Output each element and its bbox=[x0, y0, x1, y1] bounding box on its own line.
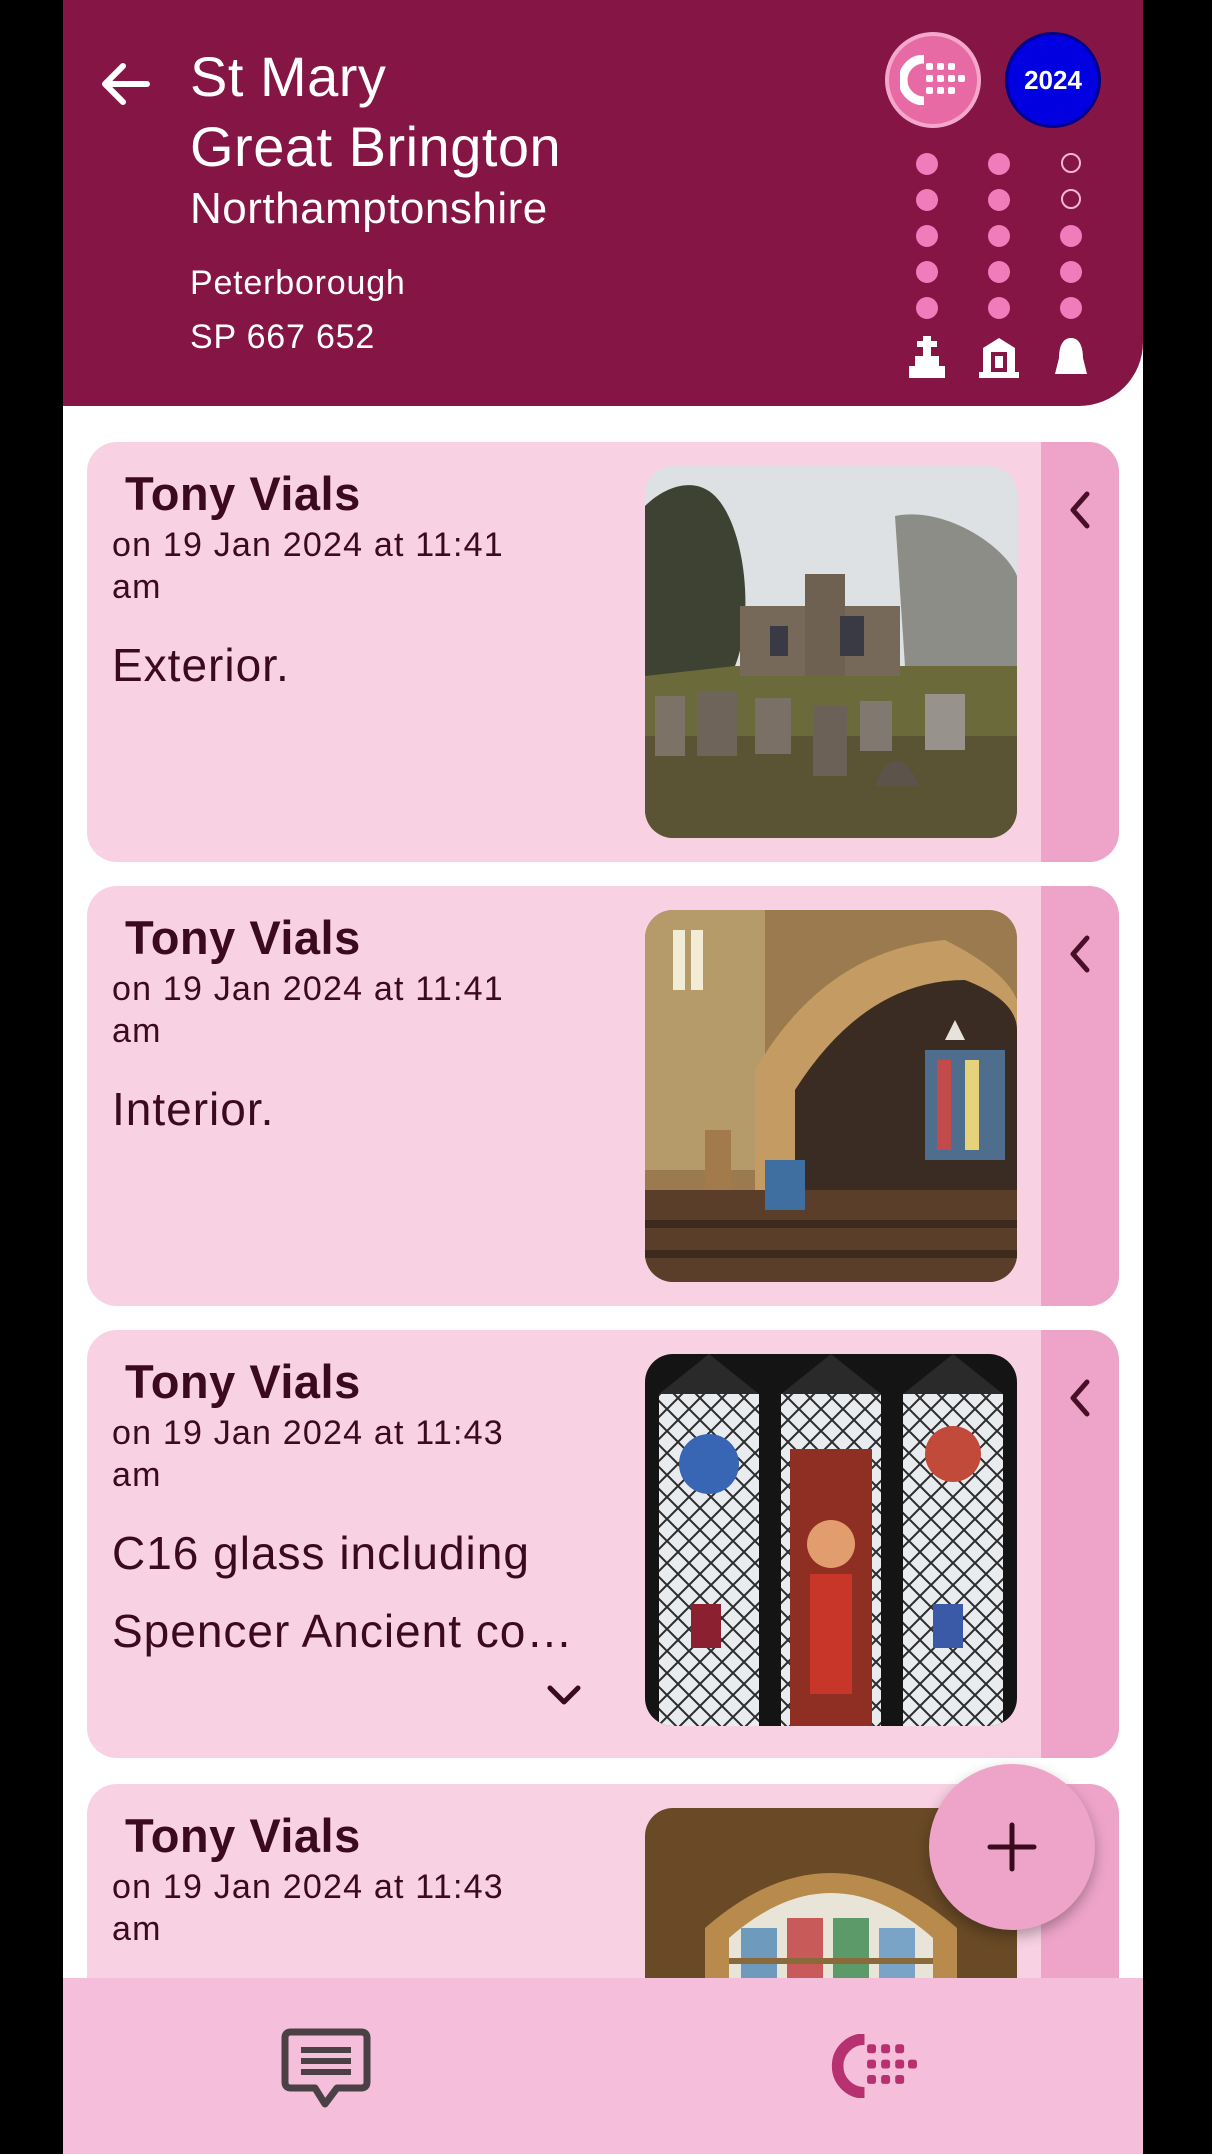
post-card[interactable]: Tony Vials on 19 Jan 2024 at 11:41 am Ex… bbox=[87, 442, 1119, 862]
chevron-left-icon bbox=[1070, 935, 1090, 973]
status-dot-filled bbox=[916, 189, 938, 211]
add-post-button[interactable] bbox=[929, 1764, 1095, 1930]
status-dot-empty bbox=[1061, 189, 1081, 209]
status-dot-filled bbox=[1060, 225, 1082, 247]
card-side-toggle[interactable] bbox=[1041, 886, 1119, 1306]
grave-icon bbox=[909, 336, 945, 378]
stained-glass-image bbox=[645, 1354, 1017, 1726]
nav-messages-button[interactable] bbox=[281, 2028, 371, 2113]
chevron-left-icon bbox=[1070, 1379, 1090, 1417]
post-author: Tony Vials bbox=[125, 1809, 361, 1862]
status-dot-empty bbox=[1061, 153, 1081, 173]
plus-icon bbox=[987, 1822, 1037, 1872]
status-column-graves bbox=[914, 153, 940, 333]
post-author: Tony Vials bbox=[125, 467, 361, 520]
church-diocese: Peterborough bbox=[190, 264, 406, 302]
church-header: St Mary Great Brington Northamptonshire … bbox=[63, 0, 1143, 406]
grid-reference: SP 667 652 bbox=[190, 318, 376, 356]
church-county: Northamptonshire bbox=[190, 184, 548, 233]
status-dot-filled bbox=[988, 261, 1010, 283]
post-author: Tony Vials bbox=[125, 1355, 361, 1408]
post-timestamp: on 19 Jan 2024 at 11:43 am bbox=[112, 1414, 504, 1494]
post-author: Tony Vials bbox=[125, 911, 361, 964]
status-dot-filled bbox=[916, 153, 938, 175]
post-photo[interactable] bbox=[645, 1354, 1017, 1726]
chevron-down-icon bbox=[547, 1685, 581, 1705]
status-dot-filled bbox=[988, 189, 1010, 211]
card-side-toggle[interactable] bbox=[1041, 1330, 1119, 1758]
arrow-left-icon bbox=[102, 63, 150, 105]
chevron-left-icon bbox=[1070, 491, 1090, 529]
post-card[interactable]: Tony Vials on 19 Jan 2024 at 11:41 am In… bbox=[87, 886, 1119, 1306]
post-photo[interactable] bbox=[645, 466, 1017, 838]
status-column-building bbox=[986, 153, 1012, 333]
status-dot-filled bbox=[1060, 297, 1082, 319]
post-caption: Exterior. bbox=[112, 639, 290, 691]
post-photo[interactable] bbox=[645, 910, 1017, 1282]
card-side-toggle[interactable] bbox=[1041, 442, 1119, 862]
post-caption: Interior. bbox=[112, 1083, 275, 1135]
bell-icon bbox=[1055, 338, 1087, 374]
dashboard-logo-icon bbox=[831, 2033, 917, 2099]
church-exterior-image bbox=[645, 466, 1017, 838]
status-dot-filled bbox=[916, 225, 938, 247]
message-icon bbox=[281, 2028, 371, 2108]
back-button[interactable] bbox=[93, 52, 157, 116]
status-dot-filled bbox=[988, 153, 1010, 175]
post-timestamp: on 19 Jan 2024 at 11:41 am bbox=[112, 970, 504, 1050]
status-column-bells bbox=[1058, 153, 1084, 333]
status-dot-filled bbox=[988, 297, 1010, 319]
status-dot-filled bbox=[916, 261, 938, 283]
year-badge[interactable]: 2024 bbox=[1005, 32, 1101, 128]
church-interior-image bbox=[645, 910, 1017, 1282]
church-building-icon bbox=[979, 338, 1019, 378]
church-place: Great Brington bbox=[190, 115, 562, 178]
post-timestamp: on 19 Jan 2024 at 11:43 am bbox=[112, 1868, 504, 1948]
post-card[interactable]: Tony Vials on 19 Jan 2024 at 11:43 am C1… bbox=[87, 1330, 1119, 1758]
nav-dashboard-button[interactable] bbox=[831, 2033, 921, 2103]
status-dot-filled bbox=[988, 225, 1010, 247]
status-dot-filled bbox=[916, 297, 938, 319]
dashboard-logo-icon bbox=[900, 55, 965, 105]
app-screen: St Mary Great Brington Northamptonshire … bbox=[63, 0, 1143, 2154]
expand-caption-button[interactable] bbox=[542, 1680, 586, 1715]
church-name: St Mary bbox=[190, 45, 387, 108]
bottom-navigation bbox=[63, 1978, 1143, 2154]
dashboard-logo-button[interactable] bbox=[885, 32, 981, 128]
post-timestamp: on 19 Jan 2024 at 11:41 am bbox=[112, 526, 504, 606]
status-dot-filled bbox=[1060, 261, 1082, 283]
post-caption: C16 glass including Spencer Ancient co… bbox=[112, 1527, 574, 1657]
